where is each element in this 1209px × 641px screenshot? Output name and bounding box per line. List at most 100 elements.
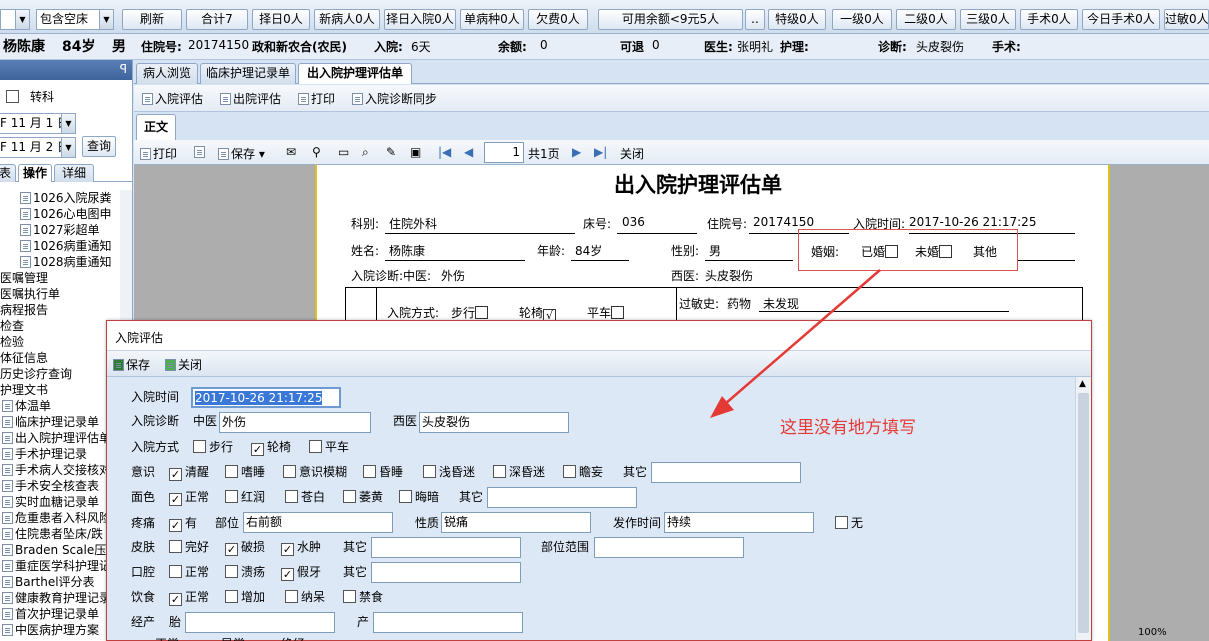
checkbox-icon[interactable] [225,565,238,578]
tab-detail[interactable]: 详细 [54,164,94,182]
tree-item[interactable]: 1028病重通知 [20,254,112,270]
admission-assess-button[interactable]: 入院评估 [142,90,203,107]
diag-sync-button[interactable]: 入院诊断同步 [352,90,437,107]
tab-operation[interactable]: 操作 [18,164,52,182]
chevron-down-icon[interactable]: ▼ [99,10,113,29]
face-option[interactable]: ✓ 正常 [169,488,209,506]
prev-page-icon[interactable]: ◀ [464,145,473,159]
more-button[interactable]: .. [745,9,765,30]
dialog-save-button[interactable]: 保存 [113,356,150,373]
menu-item[interactable]: 医嘱管理 [0,270,48,286]
checkbox-icon[interactable] [423,465,436,478]
nursing-doc-item[interactable]: 实时血糖记录单 [2,494,99,510]
check-icon[interactable]: ✓ [169,519,182,532]
mail-icon[interactable]: ✉ [286,145,296,159]
scroll-up-icon[interactable]: ▲ [1079,379,1086,389]
first-page-icon[interactable]: |◀ [438,145,451,159]
dialog-close-button[interactable]: 关闭 [165,356,202,373]
pain-yes-checkbox[interactable]: ✓ 有 [169,514,197,532]
total-button[interactable]: 合计7 [186,9,248,30]
diet-option[interactable]: 禁食 [343,588,383,605]
tree-scrollbar[interactable] [120,190,132,330]
mens-a-input[interactable] [185,612,335,633]
bed-filter-combo[interactable]: 包含空床 ▼ [36,9,114,30]
nursing-doc-item[interactable]: 出入院护理评估单 [2,430,111,446]
last-page-icon[interactable]: ▶| [594,145,607,159]
check-icon[interactable]: ✓ [281,568,294,581]
tree-item[interactable]: 1026心电图申 [20,206,112,222]
checkbox-icon[interactable] [363,465,376,478]
nursing-doc-item[interactable]: 住院患者坠床/跌 [2,526,103,542]
filter-combo-left[interactable]: ▼ [0,9,30,30]
check-icon[interactable]: ✓ [169,493,182,506]
checkbox-icon[interactable] [225,590,238,603]
menu-item[interactable]: 检查 [0,318,24,334]
checkbox-icon[interactable] [169,540,182,553]
open-folder-icon[interactable] [194,145,207,159]
way-wheel-checkbox[interactable]: ✓ 轮椅 [251,438,291,456]
page-input[interactable]: 1 [484,142,524,163]
surgery-button[interactable]: 手术0人 [1020,9,1078,30]
way-cart-checkbox[interactable]: 平车 [309,438,349,455]
checkbox-icon[interactable] [225,490,238,503]
menu-item[interactable]: 历史诊疗查询 [0,366,72,382]
checkbox-icon[interactable] [493,465,506,478]
checkbox-icon[interactable] [343,490,356,503]
edit-icon[interactable]: ✎ [386,145,396,159]
check-icon[interactable]: ✓ [251,443,264,456]
low-balance-button[interactable]: 可用余额<9元5人 [598,9,743,30]
checkbox-icon[interactable] [283,465,296,478]
checkbox-icon[interactable] [309,440,322,453]
nursing-doc-item[interactable]: 手术护理记录 [2,446,87,462]
consc-option[interactable]: 意识模糊 [283,463,347,480]
zoom-icon[interactable]: ⌕ [362,145,369,160]
special-grade-button[interactable]: 特级0人 [768,9,826,30]
tree-item[interactable]: 1026病重通知 [20,238,112,254]
face-option[interactable]: 苍白 [285,488,325,505]
start-date-picker[interactable]: F 11 月 1 日 ▼ [0,113,76,134]
nursing-doc-item[interactable]: Barthel评分表 [2,574,95,590]
menu-item[interactable]: 医嘱执行单 [0,286,60,302]
tab-patient-browse[interactable]: 病人浏览 [136,63,198,84]
view-icon[interactable]: ▭ [338,145,349,159]
skin-range-input[interactable] [594,537,744,558]
end-date-picker[interactable]: F 11 月 2 日 ▼ [0,137,76,158]
nursing-doc-item[interactable]: 临床护理记录单 [2,414,99,430]
next-page-icon[interactable]: ▶ [572,145,581,159]
pain-nature-input[interactable]: 锐痛 [441,512,591,533]
check-icon[interactable]: ✓ [169,468,182,481]
diet-option[interactable]: ✓ 正常 [169,588,209,606]
transfer-checkbox[interactable]: 转科 [6,88,54,105]
tab-nursing-record[interactable]: 临床护理记录单 [200,63,296,84]
nursing-doc-item[interactable]: 健康教育护理记录 [2,590,111,606]
arrears-button[interactable]: 欠费0人 [528,9,588,30]
mouth-other-input[interactable] [371,562,521,583]
scrollbar-thumb[interactable] [1078,393,1089,633]
pain-no-checkbox[interactable]: 无 [835,514,863,531]
menu-item[interactable]: 检验 [0,334,24,350]
consc-option[interactable]: 瞻妄 [563,463,603,480]
way-walk-checkbox[interactable]: 步行 [193,438,233,455]
select-day-admit-button[interactable]: 择日入院0人 [384,9,456,30]
pain-site-input[interactable]: 右前额 [243,512,393,533]
west-input[interactable]: 头皮裂伤 [419,412,569,433]
check-icon[interactable]: ✓ [169,593,182,606]
skin-other-input[interactable] [371,537,521,558]
nursing-doc-item[interactable]: 体温单 [2,398,51,414]
face-option[interactable]: 萎黄 [343,488,383,505]
nursing-doc-item[interactable]: 中医病护理方案 [2,622,99,638]
face-option[interactable]: 红润 [225,488,265,505]
grade2-button[interactable]: 二级0人 [896,9,956,30]
report-save-button[interactable]: 保存 ▾ [218,145,265,162]
find-icon[interactable]: ⚲ [312,145,321,159]
checkbox-icon[interactable] [343,590,356,603]
tab-table[interactable]: 表 [0,164,16,182]
consc-option[interactable]: ✓ 清醒 [169,463,209,481]
skin-option[interactable]: ✓ 水肿 [281,538,321,556]
checkbox-icon[interactable] [835,516,848,529]
mouth-option[interactable]: 正常 [169,563,209,580]
tree-item[interactable]: 1027彩超单 [20,222,100,238]
checkbox-icon[interactable] [563,465,576,478]
admit-time-input[interactable]: 2017-10-26 21:17:25 [191,387,341,408]
skin-option[interactable]: ✓ 破损 [225,538,265,556]
